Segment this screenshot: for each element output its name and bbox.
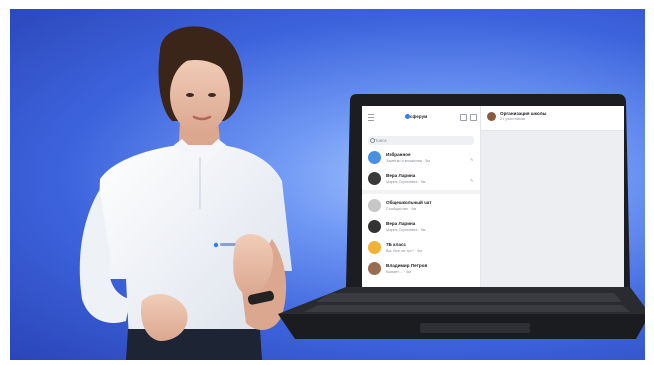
chat-preview: Бывает… · 5м: [386, 270, 411, 274]
pin-icon: ✎: [470, 178, 474, 183]
sidebar-header: сферум: [362, 106, 480, 128]
chat-list-item[interactable]: Вера Ларина Мария Сергеевна · 5м ✎: [362, 169, 480, 191]
chat-preview: Вы: Все ли тут? · 5м: [386, 249, 422, 253]
avatar: [368, 220, 381, 233]
search-input[interactable]: Поиск: [368, 136, 474, 145]
conversation-title: Организация школы: [500, 111, 547, 116]
chat-list-item[interactable]: 7Б класс Вы: Все ли тут? · 5м: [362, 238, 480, 260]
avatar: [368, 262, 381, 275]
chat-name: Общешкольный чат: [386, 200, 432, 205]
conversation-subtitle: 21 участников: [500, 117, 525, 121]
brand-name: сферум: [410, 114, 428, 119]
conversation-header[interactable]: Организация школы 21 участников: [481, 106, 624, 131]
chat-name: Вера Ларина: [386, 221, 416, 226]
bookmark-icon: [368, 151, 381, 164]
chat-preview: Мария Сергеевна · 5м: [386, 180, 426, 184]
menu-icon[interactable]: [368, 114, 374, 121]
video-still: сферум Поиск Избранное Заметки и вложени…: [10, 9, 645, 360]
chat-preview: Мария Сергеевна · 5м: [386, 228, 426, 232]
chat-list-item[interactable]: Владимир Петров Бывает… · 5м: [362, 259, 480, 281]
chat-list-item[interactable]: Общешкольный чат Сообщество · 5м: [362, 196, 480, 218]
screenshot-frame: сферум Поиск Избранное Заметки и вложени…: [0, 0, 654, 365]
chat-preview: Заметки и вложения · 5м: [386, 159, 431, 163]
new-call-icon[interactable]: [460, 114, 467, 121]
search-placeholder: Поиск: [374, 137, 387, 143]
avatar: [368, 241, 381, 254]
chat-name: Владимир Петров: [386, 263, 428, 268]
avatar: [368, 199, 381, 212]
chat-sidebar: сферум Поиск Избранное Заметки и вложени…: [362, 106, 481, 287]
chat-name: Вера Ларина: [386, 173, 416, 178]
avatar: [368, 172, 381, 185]
chat-name: Избранное: [386, 152, 411, 157]
pin-icon: ✎: [470, 157, 474, 162]
compose-icon[interactable]: [470, 114, 477, 121]
divider: [362, 190, 480, 194]
laptop-screen: сферум Поиск Избранное Заметки и вложени…: [362, 106, 624, 287]
chat-list-item[interactable]: Вера Ларина Мария Сергеевна · 5м: [362, 217, 480, 239]
chat-list-item[interactable]: Избранное Заметки и вложения · 5м ✎: [362, 148, 480, 170]
conversation-pane: Организация школы 21 участников: [481, 106, 624, 287]
chat-preview: Сообщество · 5м: [386, 207, 417, 211]
chat-name: 7Б класс: [386, 242, 407, 247]
avatar: [487, 112, 496, 121]
